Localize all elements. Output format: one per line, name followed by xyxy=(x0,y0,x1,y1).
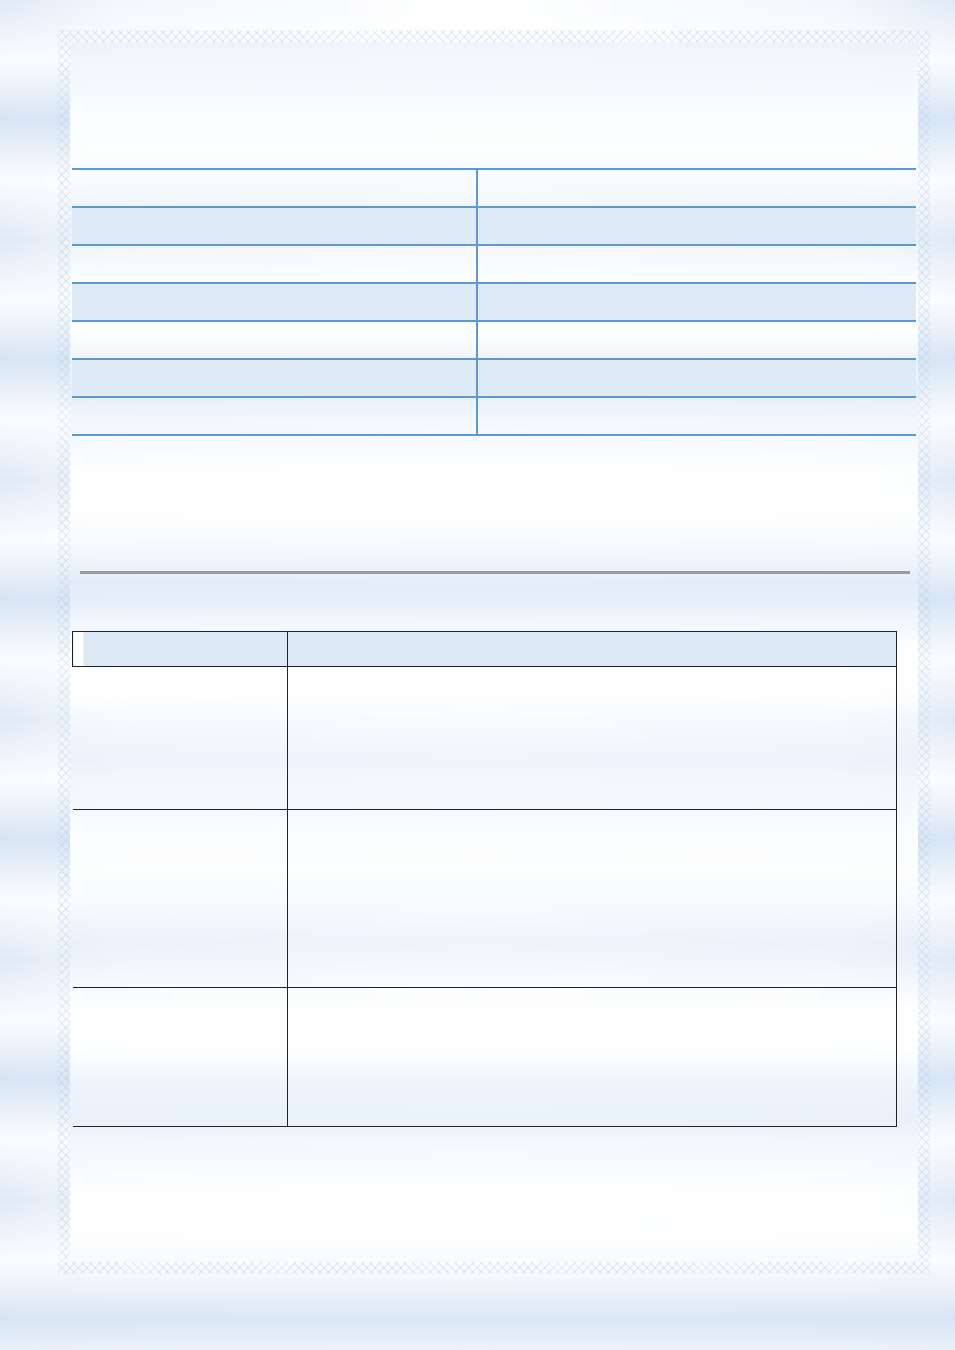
section-divider xyxy=(80,571,910,574)
table-row xyxy=(72,206,916,246)
table-row xyxy=(72,168,916,208)
table-row xyxy=(72,244,916,284)
table-row xyxy=(72,282,916,322)
table-header-row xyxy=(72,631,897,667)
column-header xyxy=(72,631,288,667)
column-header xyxy=(287,631,897,667)
table-cell xyxy=(477,244,916,284)
table-row xyxy=(72,666,897,810)
table-row xyxy=(72,396,916,436)
bottom-data-table xyxy=(72,631,897,1127)
table-row xyxy=(72,987,897,1127)
table-cell xyxy=(72,320,478,360)
table-cell xyxy=(287,809,897,988)
table-cell xyxy=(72,282,478,322)
table-row xyxy=(72,809,897,988)
top-data-table xyxy=(72,168,916,436)
table-cell xyxy=(477,168,916,208)
table-cell xyxy=(72,987,288,1127)
table-cell xyxy=(287,987,897,1127)
table-cell xyxy=(72,206,478,246)
table-cell xyxy=(477,320,916,360)
table-cell xyxy=(72,358,478,398)
table-cell xyxy=(477,206,916,246)
table-cell xyxy=(72,666,288,810)
table-cell xyxy=(287,666,897,810)
table-cell xyxy=(477,358,916,398)
table-cell xyxy=(72,809,288,988)
table-row xyxy=(72,358,916,398)
table-cell xyxy=(477,396,916,436)
table-cell xyxy=(477,282,916,322)
table-cell xyxy=(72,396,478,436)
table-cell xyxy=(72,244,478,284)
table-cell xyxy=(72,168,478,208)
table-row xyxy=(72,320,916,360)
